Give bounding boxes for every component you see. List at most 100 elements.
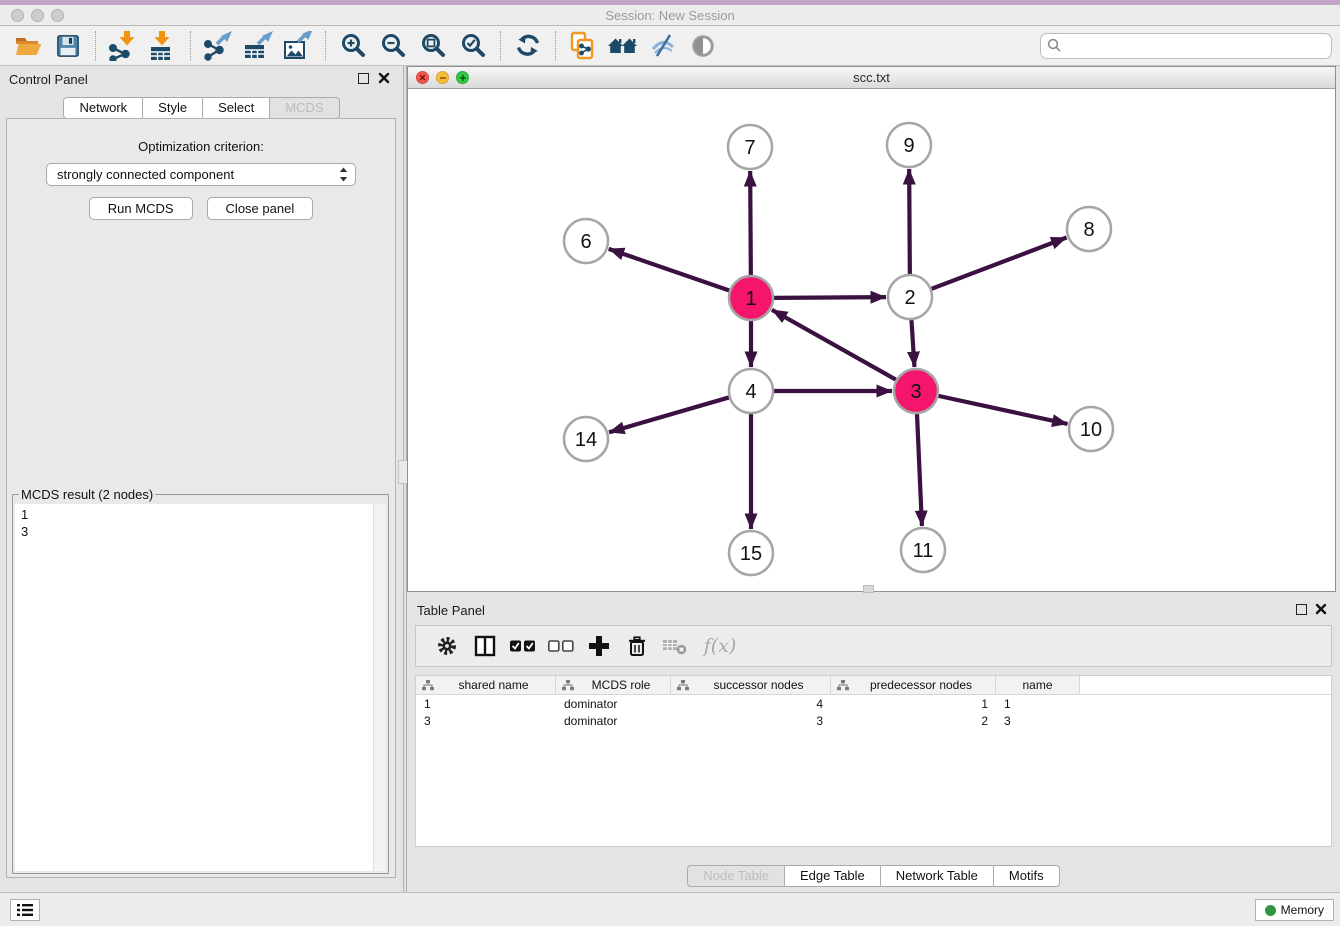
mcds-result-list[interactable]: 13 [15,504,386,871]
table-cell[interactable]: 3 [996,712,1080,729]
column-header-mcds-role[interactable]: MCDS role [556,676,671,694]
refresh-button[interactable] [508,29,548,63]
column-header-predecessor-nodes[interactable]: predecessor nodes [831,676,996,694]
result-scrollbar[interactable] [373,504,386,871]
graph-edge-1-2[interactable] [774,297,886,298]
export-network-button[interactable] [198,29,238,63]
control-panel-title: Control Panel [9,72,88,87]
column-type-icon [837,680,849,691]
table-cell[interactable]: 1 [831,695,996,712]
network-canvas[interactable]: 7968124314101511 [408,89,1335,591]
tab-edge-table[interactable]: Edge Table [785,865,881,887]
column-header-successor-nodes[interactable]: successor nodes [671,676,831,694]
graph-edge-3-11[interactable] [917,414,922,526]
zoom-out-icon [380,32,407,59]
titlebar: Session: New Session [0,0,1340,26]
window-title: Session: New Session [0,8,1340,23]
criterion-select[interactable]: strongly connected component [46,163,356,186]
table-cell[interactable]: 2 [831,712,996,729]
select-all-button[interactable] [504,628,542,664]
deselect-all-button[interactable] [542,628,580,664]
import-table-button[interactable] [143,29,183,63]
graph-edge-3-10[interactable] [938,396,1067,424]
zoom-fit-button[interactable] [413,29,453,63]
graph-edge-2-8[interactable] [932,238,1067,289]
column-header-shared-name[interactable]: shared name [416,676,556,694]
tab-style[interactable]: Style [143,97,203,119]
import-network-button[interactable] [103,29,143,63]
close-panel-button[interactable]: Close panel [207,197,314,220]
export-network-icon [203,31,233,61]
mcds-result-group: MCDS result (2 nodes) 13 [12,487,389,874]
save-session-button[interactable] [48,29,88,63]
zoom-in-button[interactable] [333,29,373,63]
graph-edge-3-1[interactable] [772,310,896,380]
create-column-button[interactable] [580,628,618,664]
open-session-button[interactable] [8,29,48,63]
clone-network-button[interactable] [563,29,603,63]
result-line: 3 [15,523,386,540]
network-window-title: scc.txt [408,70,1335,85]
zoom-out-button[interactable] [373,29,413,63]
tab-mcds[interactable]: MCDS [270,97,339,119]
tab-network[interactable]: Network [63,97,143,119]
graph-edge-2-9[interactable] [909,169,910,274]
run-mcds-button[interactable]: Run MCDS [89,197,193,220]
table-cell[interactable]: 3 [671,712,831,729]
show-column-panel-button[interactable] [466,628,504,664]
graph-edge-4-14[interactable] [609,397,729,432]
table-close-panel-icon[interactable] [1315,603,1327,615]
node-table: shared nameMCDS rolesuccessor nodesprede… [415,675,1332,847]
memory-button[interactable]: Memory [1255,899,1334,921]
delete-icon [626,635,648,657]
graph-node-label-1: 1 [745,288,756,310]
table-cell[interactable]: dominator [556,695,671,712]
search-input[interactable] [1062,38,1325,53]
graph-edge-1-7[interactable] [750,171,751,275]
mcds-result-lines: 13 [15,504,386,540]
table-cell[interactable]: 1 [996,695,1080,712]
network-window-titlebar[interactable]: scc.txt [408,67,1335,89]
table-cell[interactable]: dominator [556,712,671,729]
toolbar-separator [555,31,556,61]
main-toolbar [0,26,1340,66]
table-float-panel-icon[interactable] [1296,604,1307,615]
float-panel-icon[interactable] [358,73,369,84]
node-table-header: shared nameMCDS rolesuccessor nodesprede… [416,676,1331,695]
home-button[interactable] [603,29,643,63]
delete-table-button[interactable] [656,628,694,664]
delete-columns-button[interactable] [618,628,656,664]
task-history-button[interactable] [10,899,40,921]
show-details-button[interactable] [683,29,723,63]
search-box[interactable] [1040,33,1332,59]
table-cell[interactable]: 1 [416,695,556,712]
zoom-selected-button[interactable] [453,29,493,63]
graph-node-label-6: 6 [580,231,591,253]
table-row[interactable]: 3dominator323 [416,712,1331,729]
tab-motifs[interactable]: Motifs [994,865,1060,887]
tab-node-table[interactable]: Node Table [687,865,785,887]
column-header-name[interactable]: name [996,676,1080,694]
export-image-button[interactable] [278,29,318,63]
graph-node-label-9: 9 [903,135,914,157]
export-table-icon [243,31,273,61]
optimization-label: Optimization criterion: [7,139,395,154]
horizontal-splitter-handle[interactable] [863,585,874,593]
delete-table-icon [662,636,688,656]
table-row[interactable]: 1dominator411 [416,695,1331,712]
table-cell[interactable]: 3 [416,712,556,729]
close-panel-icon[interactable] [378,72,390,84]
columns-icon [474,635,496,657]
graph-edge-1-6[interactable] [609,249,730,291]
graph-node-label-3: 3 [910,381,921,403]
tab-select[interactable]: Select [203,97,270,119]
memory-status-icon [1265,905,1276,916]
table-settings-button[interactable] [428,628,466,664]
graph-edge-2-3[interactable] [911,320,914,367]
hide-button[interactable] [643,29,683,63]
table-cell[interactable]: 4 [671,695,831,712]
tab-network-table[interactable]: Network Table [881,865,994,887]
export-table-button[interactable] [238,29,278,63]
function-builder-button[interactable]: f(x) [694,628,746,664]
table-toolbar: f(x) [415,625,1332,667]
